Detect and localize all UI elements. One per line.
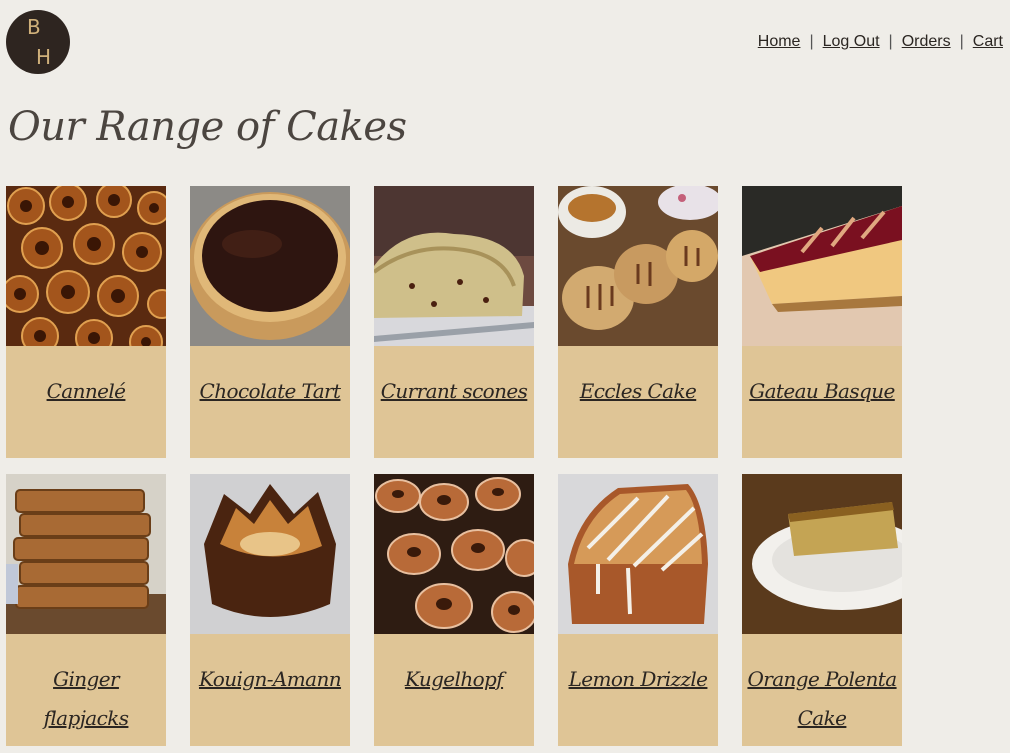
nav-cart-link[interactable]: Cart [973,33,1003,51]
cake-card-orange-polenta-cake[interactable]: Orange Polenta Cake [742,474,902,746]
card-body: Lemon Drizzle [558,634,718,746]
card-body: Kugelhopf [374,634,534,746]
cake-card-currant-scones[interactable]: Currant scones [374,186,534,458]
nav-logout-link[interactable]: Log Out [823,33,880,51]
cake-link[interactable]: Kouign-Amann [199,667,342,691]
cannele-image[interactable] [6,186,166,346]
cake-link[interactable]: Lemon Drizzle [569,667,708,691]
top-nav: Home | Log Out | Orders | Cart [758,33,1003,51]
logo-letter-h: H [36,45,52,69]
cake-card-kugelhopf[interactable]: Kugelhopf [374,474,534,746]
cake-link[interactable]: Ginger flapjacks [44,667,129,730]
kouign-amann-image[interactable] [190,474,350,634]
cake-card-chocolate-tart[interactable]: Chocolate Tart [190,186,350,458]
header: B H Home | Log Out | Orders | Cart [0,0,1010,90]
card-body: Ginger flapjacks [6,634,166,746]
cake-link[interactable]: Eccles Cake [580,379,697,403]
nav-separator: | [809,33,814,50]
card-body: Eccles Cake [558,346,718,458]
card-body: Currant scones [374,346,534,458]
nav-orders-link[interactable]: Orders [902,33,951,51]
cake-card-lemon-drizzle[interactable]: Lemon Drizzle [558,474,718,746]
cake-link[interactable]: Currant scones [381,379,528,403]
cake-link[interactable]: Cannelé [47,379,126,403]
gateau-basque-image[interactable] [742,186,902,346]
cake-link[interactable]: Chocolate Tart [200,379,342,403]
cake-card-gateau-basque[interactable]: Gateau Basque [742,186,902,458]
chocolate-tart-image[interactable] [190,186,350,346]
card-body: Kouign-Amann [190,634,350,746]
kugelhopf-image[interactable] [374,474,534,634]
cake-link[interactable]: Gateau Basque [749,379,895,403]
nav-separator: | [959,33,964,50]
site-logo[interactable]: B H [6,10,70,74]
card-body: Gateau Basque [742,346,902,458]
cake-link[interactable]: Kugelhopf [405,667,504,691]
cake-card-cannele[interactable]: Cannelé [6,186,166,458]
nav-home-link[interactable]: Home [758,33,801,51]
orange-polenta-image[interactable] [742,474,902,634]
cake-card-ginger-flapjacks[interactable]: Ginger flapjacks [6,474,166,746]
nav-separator: | [888,33,893,50]
currant-scone-image[interactable] [374,186,534,346]
lemon-drizzle-image[interactable] [558,474,718,634]
card-body: Chocolate Tart [190,346,350,458]
card-body: Cannelé [6,346,166,458]
card-body: Orange Polenta Cake [742,634,902,746]
eccles-cake-image[interactable] [558,186,718,346]
ginger-flapjacks-image[interactable] [6,474,166,634]
page-title: Our Range of Cakes [8,104,407,150]
cake-link[interactable]: Orange Polenta Cake [747,667,897,730]
cake-grid: Cannelé Chocolate Tart Currant scones Ec… [6,186,906,746]
logo-letter-b: B [27,15,41,39]
cake-card-kouign-amann[interactable]: Kouign-Amann [190,474,350,746]
cake-card-eccles-cake[interactable]: Eccles Cake [558,186,718,458]
